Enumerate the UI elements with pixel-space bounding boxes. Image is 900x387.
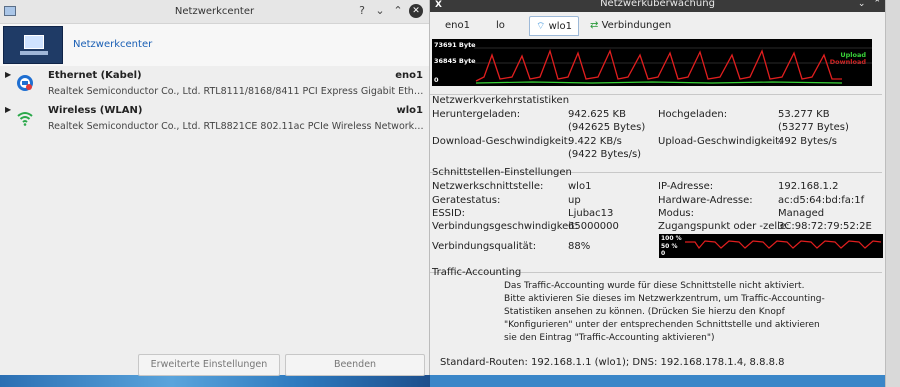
iface-value: wlo1: [568, 181, 592, 192]
downloaded-label: Heruntergeladen:: [432, 109, 521, 120]
tab-label: wlo1: [548, 21, 573, 32]
ap-label: Zugangspunkt oder -zelle:: [658, 221, 790, 232]
uploaded-bytes: (53277 Bytes): [778, 122, 849, 133]
uploaded-label: Hochgeladen:: [658, 109, 728, 120]
iface-label: Netzwerkschnittstelle:: [432, 181, 544, 192]
mode-label: Modus:: [658, 208, 695, 219]
quality-series: [685, 240, 882, 249]
link-speed-label: Verbindungsgeschwindigkeit:: [432, 221, 579, 232]
state-label: Geratestatus:: [432, 195, 501, 206]
status-bar: Standard-Routen: 192.168.1.1 (wlo1); DNS…: [440, 357, 785, 368]
maximize-icon[interactable]: ⌃: [391, 4, 405, 18]
interface-name: Wireless (WLAN): [48, 105, 143, 116]
interface-device: eno1: [395, 70, 423, 81]
downloaded-value: 942.625 KB: [568, 109, 626, 120]
quality-value: 88%: [568, 241, 591, 252]
traffic-graph: 73691 Byte 36845 Byte 0 Upload Download: [432, 39, 872, 86]
close-icon[interactable]: ✕: [409, 4, 423, 18]
interface-description: Realtek Semiconductor Co., Ltd. RTL8111/…: [48, 86, 424, 97]
ethernet-icon: [17, 75, 33, 91]
accounting-line: "Konfigurieren" unter der entsprechenden…: [504, 320, 820, 330]
interface-device: wlo1: [396, 105, 424, 116]
accounting-line: Das Traffic-Accounting wurde für diese S…: [504, 281, 805, 291]
advanced-settings-button[interactable]: Erweiterte Einstellungen: [138, 354, 280, 376]
interface-name: Ethernet (Kabel): [48, 70, 142, 81]
ap-value: 3C:98:72:79:52:2E: [778, 221, 872, 232]
mode-value: Managed: [778, 208, 825, 219]
upload-speed-label: Upload-Geschwindigkeit:: [658, 136, 783, 147]
scroll-edge: [885, 0, 900, 387]
expand-arrow-icon[interactable]: ▶: [5, 105, 11, 114]
download-series: [475, 48, 842, 82]
accounting-title: Traffic-Accounting: [432, 267, 522, 278]
downloaded-bytes: (942625 Bytes): [568, 122, 646, 133]
interface-row-ethernet[interactable]: ▶ Ethernet (Kabel) eno1 Realtek Semicond…: [0, 66, 429, 101]
accounting-line: Bitte aktivieren Sie dieses im Netzwerkz…: [504, 294, 825, 304]
traffic-plot: [474, 47, 872, 84]
quality-plot: [685, 240, 882, 249]
accounting-line: Statistiken ansehen zu können. (Drücken …: [504, 307, 785, 317]
link-speed-value: 65000000: [568, 221, 619, 232]
tab-eno1[interactable]: eno1: [445, 16, 470, 36]
expand-arrow-icon[interactable]: ▶: [5, 70, 11, 79]
stats-title: Netzwerkverkehrstatistiken: [432, 95, 570, 106]
header: Netzwerkcenter: [0, 24, 429, 66]
titlebar: Netzwerkcenter ? ⌄ ⌃ ✕: [0, 0, 429, 24]
tab-label: Verbindungen: [601, 20, 672, 31]
download-speed-label: Download-Geschwindigkeit:: [432, 136, 572, 147]
tab-wlo1[interactable]: ⌔ wlo1: [529, 16, 580, 36]
quit-button[interactable]: Beenden: [285, 354, 425, 376]
tab-bar: eno1 lo ⌔ wlo1 ⇄ Verbindungen: [430, 14, 885, 37]
hw-label: Hardware-Adresse:: [658, 195, 753, 206]
quality-graph: 100 % 50 % 0: [659, 234, 883, 258]
upload-series: [475, 81, 843, 84]
upload-speed-value: 492 Bytes/s: [778, 136, 837, 147]
network-monitor-window: X Netzwerküberwachung ⌄ ⌃ eno1 lo ⌔ wlo1…: [430, 0, 885, 375]
download-speed-value: 9.422 KB/s: [568, 136, 622, 147]
state-value: up: [568, 195, 581, 206]
network-center-window: Netzwerkcenter ? ⌄ ⌃ ✕ Netzwerkcenter ▶ …: [0, 0, 430, 376]
interface-description: Realtek Semiconductor Co., Ltd. RTL8821C…: [48, 121, 424, 132]
uploaded-value: 53.277 KB: [778, 109, 830, 120]
header-link[interactable]: Netzwerkcenter: [73, 39, 152, 50]
interface-row-wireless[interactable]: ▶ Wireless (WLAN) wlo1 Realtek Semicondu…: [0, 101, 429, 136]
connections-icon: ⇄: [590, 20, 599, 31]
essid-value: Ljubac13: [568, 208, 614, 219]
essid-label: ESSID:: [432, 208, 466, 219]
titlebar: X Netzwerküberwachung ⌄ ⌃: [430, 0, 885, 12]
desktop-background: [0, 375, 430, 387]
download-speed-bytes: (9422 Bytes/s): [568, 149, 642, 160]
accounting-line: sie den Eintrag "Traffic-Accounting akti…: [504, 333, 715, 343]
wifi-icon: [17, 112, 33, 126]
ip-value: 192.168.1.2: [778, 181, 839, 192]
ip-label: IP-Adresse:: [658, 181, 714, 192]
wifi-icon: ⌔: [536, 21, 546, 32]
quality-label: Verbindungsqualität:: [432, 241, 537, 252]
help-icon[interactable]: ?: [355, 4, 369, 18]
hw-value: ac:d5:64:bd:fa:1f: [778, 195, 865, 206]
tab-connections[interactable]: ⇄ Verbindungen: [590, 16, 671, 36]
minimize-icon[interactable]: ⌄: [858, 0, 866, 9]
window-title: Netzwerküberwachung: [600, 0, 715, 9]
maximize-icon[interactable]: ⌃: [873, 0, 881, 9]
interface-title: Schnittstellen-Einstellungen: [432, 167, 572, 178]
tab-lo[interactable]: lo: [496, 16, 505, 36]
network-center-logo: [3, 26, 63, 64]
minimize-icon[interactable]: ⌄: [373, 4, 387, 18]
